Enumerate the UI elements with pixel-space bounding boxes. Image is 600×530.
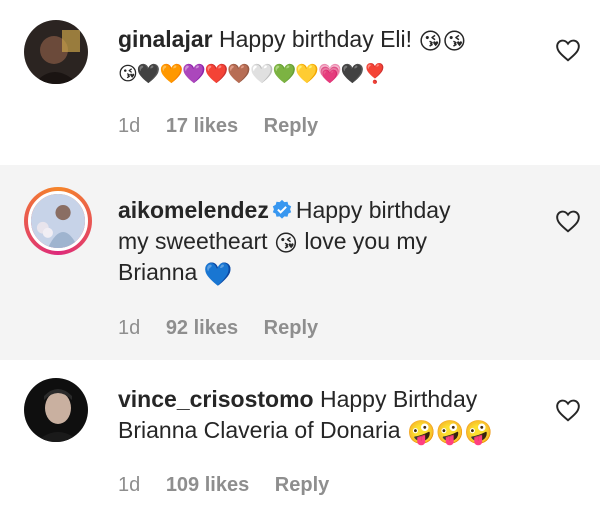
comment-meta: 1d 92 likes Reply — [118, 317, 338, 340]
avatar[interactable] — [24, 187, 92, 255]
comment-meta: 1d 17 likes Reply — [118, 115, 338, 138]
comment-time: 1d — [118, 115, 141, 137]
comment-message: Happy birthday Eli! — [219, 26, 413, 52]
comment-text: vince_crisostomo Happy Birthday Brianna … — [118, 384, 518, 446]
comment-message-line1: Happy birthday — [295, 197, 451, 223]
blue-heart-emoji: 💙 — [203, 261, 233, 287]
hearts-emoji-row: 😘🖤🧡💜❤️🤎🤍💚💛💗🖤❣️ — [118, 64, 387, 85]
comment-message-line2: my sweetheart — [118, 228, 268, 254]
avatar[interactable] — [24, 378, 88, 442]
comment-meta: 1d 109 likes Reply — [118, 474, 349, 497]
comment-time: 1d — [118, 317, 141, 339]
likes-count[interactable]: 17 likes — [166, 115, 238, 137]
comment-message-line2b: love you my — [304, 228, 428, 254]
comment-message-line1: Happy Birthday — [319, 386, 478, 412]
verified-badge-icon — [271, 199, 293, 221]
comment-username[interactable]: ginalajar — [118, 26, 213, 52]
avatar-image — [24, 378, 88, 442]
comment-username[interactable]: aikomelendez — [118, 197, 269, 223]
comment-time: 1d — [118, 474, 141, 496]
likes-count[interactable]: 92 likes — [166, 317, 238, 339]
reply-button[interactable]: Reply — [264, 317, 318, 339]
kiss-emoji: 😘 — [273, 230, 298, 256]
like-heart-icon[interactable] — [555, 209, 581, 233]
kiss-emoji: 😘😘 — [418, 28, 467, 54]
comment-item: aikomelendez Happy birthday my sweetheart… — [0, 165, 600, 360]
comment-username[interactable]: vince_crisostomo — [118, 386, 314, 412]
comment-message-line3: Brianna — [118, 259, 198, 285]
likes-count[interactable]: 109 likes — [166, 474, 249, 496]
avatar-image — [31, 194, 85, 248]
reply-button[interactable]: Reply — [275, 474, 329, 496]
comment-item: ginalajar Happy birthday Eli! 😘😘 😘🖤🧡💜❤️🤎… — [0, 0, 600, 165]
avatar-image — [24, 20, 88, 84]
reply-button[interactable]: Reply — [264, 115, 318, 137]
comment-item: vince_crisostomo Happy Birthday Brianna … — [0, 360, 600, 530]
comment-text: aikomelendez Happy birthday my sweetheart… — [118, 195, 518, 288]
comment-text: ginalajar Happy birthday Eli! 😘😘 😘🖤🧡💜❤️🤎… — [118, 24, 518, 86]
like-heart-icon[interactable] — [555, 398, 581, 422]
avatar[interactable] — [24, 20, 88, 84]
zany-face-emoji: 🤪🤪🤪 — [406, 419, 493, 445]
like-heart-icon[interactable] — [555, 38, 581, 62]
comment-message-line2: Brianna Claveria of Donaria — [118, 417, 401, 443]
